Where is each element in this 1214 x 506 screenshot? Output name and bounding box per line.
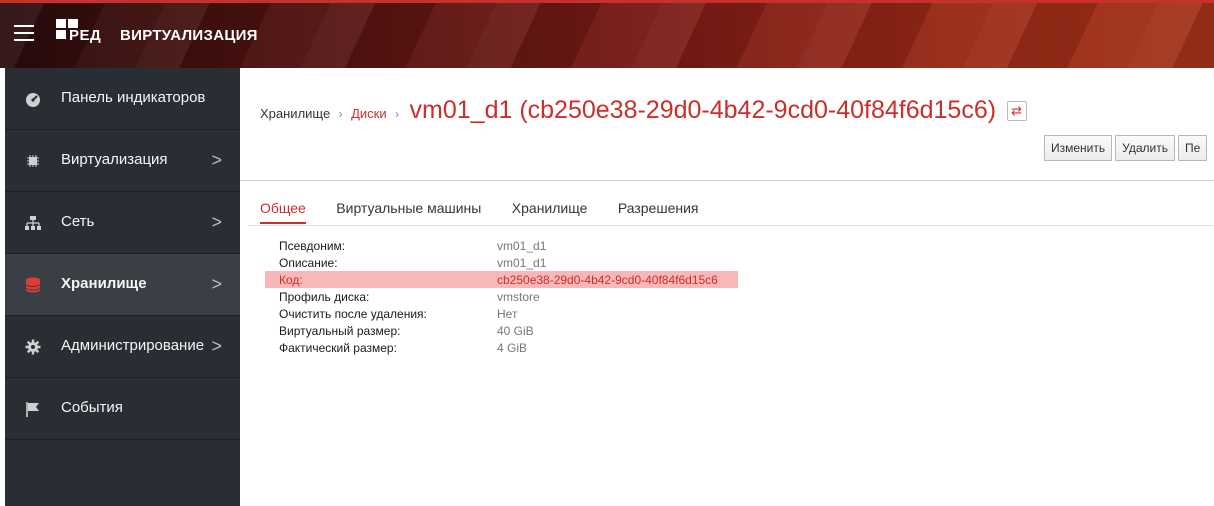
detail-label: Псевдоним: (279, 239, 346, 253)
chevron-right-icon: > (211, 274, 222, 294)
detail-value: 40 GiB (497, 324, 534, 338)
gear-icon (25, 339, 41, 355)
detail-label: Фактический размер: (279, 341, 397, 355)
detail-label: Описание: (279, 256, 338, 270)
tab-storage[interactable]: Хранилище (512, 200, 588, 222)
tab-divider (248, 225, 1214, 226)
action-toolbar: Изменить Удалить Пе (1044, 135, 1210, 161)
swap-icon[interactable]: ⇄ (1006, 101, 1027, 121)
divider (240, 180, 1214, 181)
detail-value: vmstore (497, 290, 540, 304)
sidebar-item-label: Сеть (61, 213, 95, 230)
tab-virtual-machines[interactable]: Виртуальные машины (336, 200, 481, 222)
dashboard-icon (26, 93, 40, 107)
detail-row-wipe-after-delete: Очистить после удаления: Нет (265, 305, 738, 322)
breadcrumb: Хранилище › Диски › vm01_d1 (cb250e38-29… (260, 96, 1027, 126)
detail-value: Нет (497, 307, 518, 321)
chevron-right-icon: > (211, 212, 222, 232)
detail-row-actual-size: Фактический размер: 4 GiB (265, 339, 738, 356)
edit-button[interactable]: Изменить (1044, 135, 1113, 161)
detail-label: Виртуальный размер: (279, 324, 401, 338)
tab-general[interactable]: Общее (260, 200, 306, 224)
detail-label: Профиль диска: (279, 290, 370, 304)
tab-permissions[interactable]: Разрешения (618, 200, 699, 222)
detail-value: 4 GiB (497, 341, 528, 355)
detail-row-virtual-size: Виртуальный размер: 40 GiB (265, 322, 738, 339)
product-title: ВИРТУАЛИЗАЦИЯ (120, 27, 258, 44)
sidebar-item-label: Хранилище (61, 275, 147, 292)
hamburger-menu-icon[interactable] (14, 25, 34, 41)
sidebar-item-storage[interactable]: Хранилище > (5, 254, 240, 316)
detail-row-disk-profile: Профиль диска: vmstore (265, 288, 738, 305)
flag-icon (26, 402, 39, 417)
detail-row-description: Описание: vm01_d1 (265, 254, 738, 271)
detail-tabs: Общее Виртуальные машины Хранилище Разре… (260, 200, 725, 224)
detail-row-id: Код: cb250e38-29d0-4b42-9cd0-40f84f6d15c… (265, 271, 738, 288)
detail-value: vm01_d1 (497, 256, 547, 270)
sidebar: Панель индикаторов Виртуализация > Сеть … (5, 68, 240, 506)
delete-button[interactable]: Удалить (1115, 135, 1175, 161)
disk-details: Псевдоним: vm01_d1 Описание: vm01_d1 Код… (265, 237, 738, 356)
database-icon (25, 277, 41, 293)
breadcrumb-storage[interactable]: Хранилище (260, 106, 330, 121)
breadcrumb-disks-link[interactable]: Диски (351, 106, 387, 121)
sidebar-item-administration[interactable]: Администрирование > (5, 316, 240, 378)
more-button[interactable]: Пе (1177, 135, 1208, 161)
breadcrumb-separator: › (338, 107, 343, 121)
sidebar-item-dashboard[interactable]: Панель индикаторов (5, 68, 240, 130)
chevron-right-icon: > (211, 150, 222, 170)
detail-value: vm01_d1 (497, 239, 547, 253)
detail-row-alias: Псевдоним: vm01_d1 (265, 237, 738, 254)
sidebar-item-virtualization[interactable]: Виртуализация > (5, 130, 240, 192)
detail-value: cb250e38-29d0-4b42-9cd0-40f84f6d15c6 (497, 273, 718, 287)
sidebar-item-label: Виртуализация (61, 151, 168, 168)
sidebar-item-label: Панель индикаторов (61, 89, 206, 106)
top-navbar: РЕД ВИРТУАЛИЗАЦИЯ (0, 0, 1214, 68)
page-title: vm01_d1 (cb250e38-29d0-4b42-9cd0-40f84f6… (409, 96, 997, 124)
network-icon (25, 216, 41, 230)
detail-label: Код: (279, 273, 303, 287)
sidebar-item-label: События (61, 399, 123, 416)
sidebar-item-events[interactable]: События (5, 378, 240, 440)
chevron-right-icon: > (211, 336, 222, 356)
logo-text: РЕД (69, 27, 102, 44)
detail-label: Очистить после удаления: (279, 307, 427, 321)
breadcrumb-separator: › (395, 107, 400, 121)
red-logo[interactable]: РЕД (56, 19, 102, 49)
sidebar-item-network[interactable]: Сеть > (5, 192, 240, 254)
chip-icon (27, 155, 39, 167)
sidebar-item-label: Администрирование (61, 337, 205, 354)
